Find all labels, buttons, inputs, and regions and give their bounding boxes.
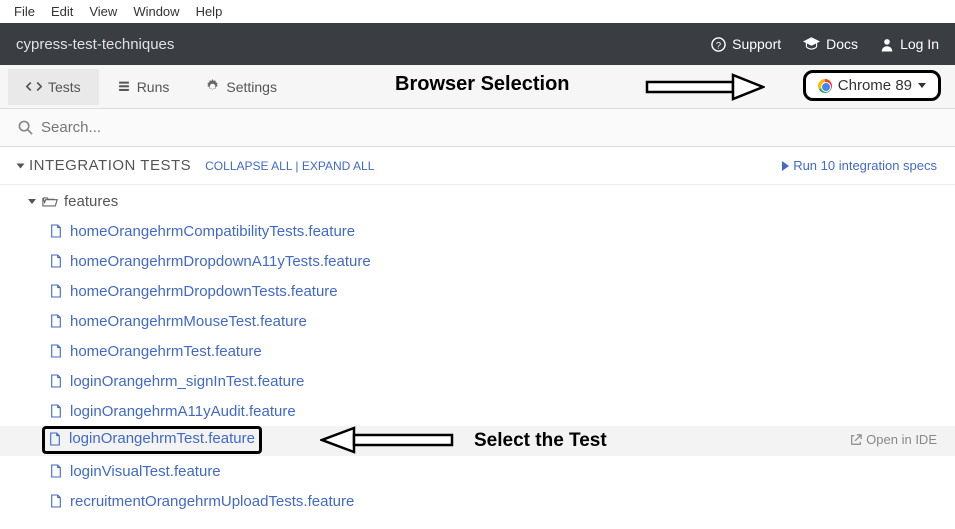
menu-help[interactable]: Help <box>188 2 231 21</box>
file-link[interactable]: recruitmentOrangehrmUploadTests.feature <box>50 493 354 510</box>
menu-view[interactable]: View <box>81 2 125 21</box>
tab-tests[interactable]: Tests <box>8 69 99 105</box>
file-row[interactable]: loginOrangehrmA11yAudit.feature <box>0 396 955 426</box>
search-icon <box>18 120 33 135</box>
file-link[interactable]: loginVisualTest.feature <box>50 463 221 480</box>
file-row[interactable]: homeOrangehrmMouseTest.feature <box>0 306 955 336</box>
file-icon <box>50 404 62 418</box>
file-icon <box>50 224 62 238</box>
graduation-cap-icon <box>803 37 820 51</box>
file-link[interactable]: loginOrangehrm_signInTest.feature <box>50 373 304 390</box>
file-link[interactable]: homeOrangehrmTest.feature <box>50 343 262 360</box>
file-name: loginVisualTest.feature <box>70 463 221 480</box>
tab-settings[interactable]: Settings <box>187 69 295 105</box>
file-icon <box>50 314 62 328</box>
file-name: homeOrangehrmDropdownTests.feature <box>70 283 338 300</box>
file-link[interactable]: homeOrangehrmDropdownA11yTests.feature <box>50 253 371 270</box>
open-in-ide[interactable]: Open in IDE <box>850 432 937 447</box>
code-icon <box>26 80 42 93</box>
annotation-select-test: Select the Test <box>474 430 607 452</box>
support-link[interactable]: ? Support <box>711 36 781 52</box>
folder-open-icon <box>42 195 58 208</box>
file-name: homeOrangehrmMouseTest.feature <box>70 313 307 330</box>
file-name: loginOrangehrmTest.feature <box>69 430 255 447</box>
file-row[interactable]: loginOrangehrm_signInTest.feature <box>0 366 955 396</box>
file-name: homeOrangehrmCompatibilityTests.feature <box>70 223 355 240</box>
user-icon <box>880 37 894 52</box>
file-link[interactable]: homeOrangehrmMouseTest.feature <box>50 313 307 330</box>
browser-selector[interactable]: Chrome 89 <box>803 70 941 101</box>
tabs-bar: Tests Runs Settings Browser Selection Ch… <box>0 65 955 109</box>
file-icon <box>50 464 62 478</box>
file-icon <box>50 284 62 298</box>
svg-text:?: ? <box>716 40 721 50</box>
login-link[interactable]: Log In <box>880 36 939 52</box>
menu-window[interactable]: Window <box>125 2 187 21</box>
app-header: cypress-test-techniques ? Support Docs L… <box>0 23 955 65</box>
file-name: homeOrangehrmTest.feature <box>70 343 262 360</box>
annotation-browser-selection: Browser Selection <box>395 73 570 96</box>
search-input[interactable] <box>41 119 937 136</box>
file-row[interactable]: recruitmentOrangehrmUploadTests.feature <box>0 486 955 516</box>
file-icon <box>50 494 62 508</box>
run-all-specs[interactable]: Run 10 integration specs <box>782 158 937 173</box>
file-link[interactable]: homeOrangehrmCompatibilityTests.feature <box>50 223 355 240</box>
file-link[interactable]: homeOrangehrmDropdownTests.feature <box>50 283 338 300</box>
file-row[interactable]: homeOrangehrmDropdownTests.feature <box>0 276 955 306</box>
file-name: loginOrangehrmA11yAudit.feature <box>70 403 296 420</box>
project-name: cypress-test-techniques <box>16 36 174 53</box>
file-row[interactable]: homeOrangehrmDropdownA11yTests.feature <box>0 246 955 276</box>
file-icon <box>50 374 62 388</box>
os-menubar: File Edit View Window Help <box>0 0 955 23</box>
file-icon <box>49 432 61 446</box>
file-row[interactable]: homeOrangehrmTest.feature <box>0 336 955 366</box>
file-link[interactable]: loginOrangehrmA11yAudit.feature <box>50 403 296 420</box>
section-caret-icon[interactable] <box>17 163 25 168</box>
arrow-left-annotation <box>320 426 455 454</box>
external-link-icon <box>850 434 862 446</box>
gear-icon <box>205 79 220 94</box>
section-header: INTEGRATION TESTS COLLAPSE ALL | EXPAND … <box>0 147 955 185</box>
file-row[interactable]: loginOrangehrmTest.feature Select the Tes… <box>0 426 955 456</box>
question-icon: ? <box>711 37 726 52</box>
file-row[interactable]: loginVisualTest.feature <box>0 456 955 486</box>
stack-icon <box>117 80 131 93</box>
section-title: INTEGRATION TESTS <box>29 157 191 174</box>
caret-down-icon <box>918 83 926 88</box>
arrow-right-annotation <box>645 73 765 101</box>
collapse-all-link[interactable]: COLLAPSE ALL <box>205 159 292 173</box>
folder-row[interactable]: features <box>0 187 955 216</box>
search-bar[interactable] <box>0 109 955 147</box>
menu-file[interactable]: File <box>6 2 43 21</box>
file-name: recruitmentOrangehrmUploadTests.feature <box>70 493 354 510</box>
docs-link[interactable]: Docs <box>803 36 858 52</box>
file-icon <box>50 254 62 268</box>
tab-runs[interactable]: Runs <box>99 69 188 105</box>
menu-edit[interactable]: Edit <box>43 2 81 21</box>
file-name: loginOrangehrm_signInTest.feature <box>70 373 304 390</box>
play-icon <box>782 161 789 171</box>
file-row[interactable]: homeOrangehrmCompatibilityTests.feature <box>0 216 955 246</box>
folder-caret-icon <box>28 199 36 204</box>
expand-all-link[interactable]: EXPAND ALL <box>302 159 374 173</box>
spec-tree: features homeOrangehrmCompatibilityTests… <box>0 185 955 518</box>
file-icon <box>50 344 62 358</box>
chrome-icon <box>818 79 832 93</box>
file-name: homeOrangehrmDropdownA11yTests.feature <box>70 253 371 270</box>
